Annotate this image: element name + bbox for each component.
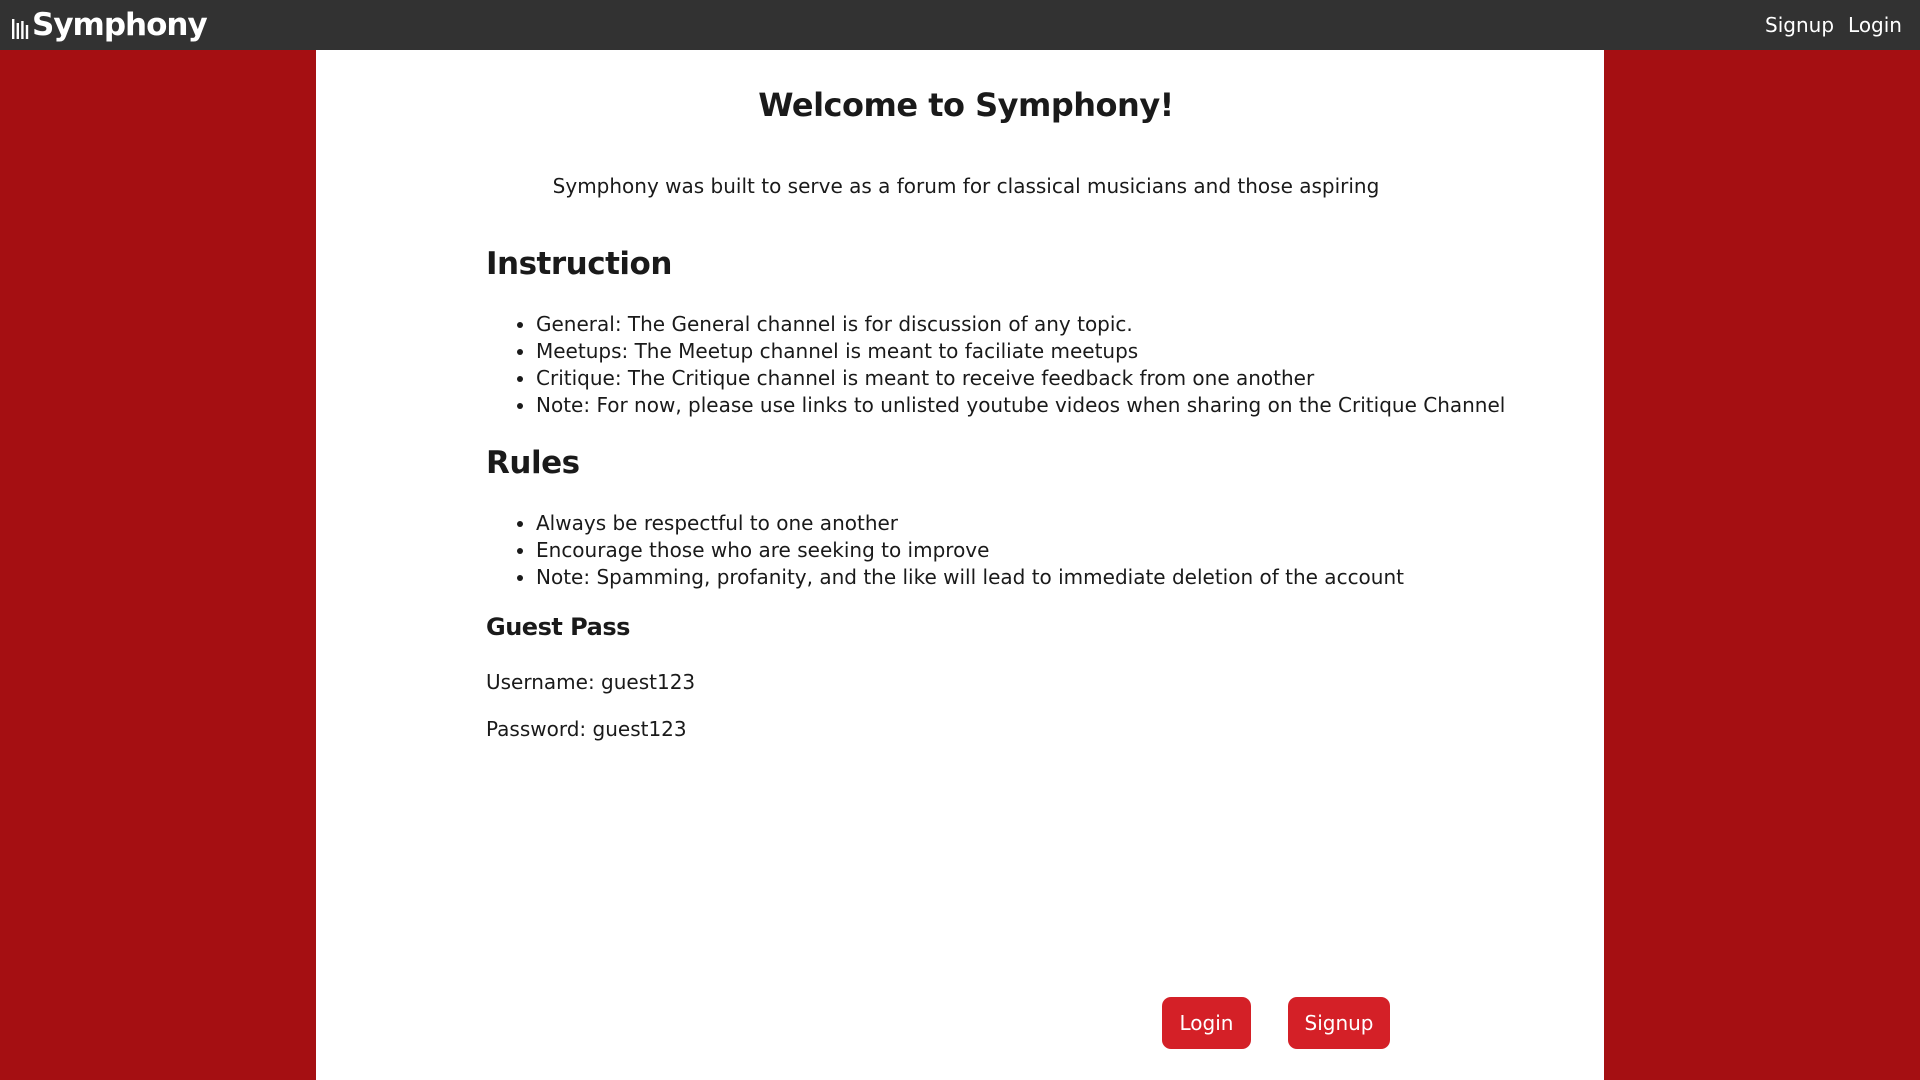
nav-signup-link[interactable]: Signup xyxy=(1765,13,1834,37)
page-title: Welcome to Symphony! xyxy=(758,86,1174,124)
list-item: Meetups: The Meetup channel is meant to … xyxy=(536,338,1505,365)
brand-name: Symphony xyxy=(32,7,208,43)
instruction-heading: Instruction xyxy=(486,246,672,282)
list-item: Encourage those who are seeking to impro… xyxy=(536,537,1404,564)
nav-login-link[interactable]: Login xyxy=(1848,13,1902,37)
music-bars-icon xyxy=(12,19,29,39)
nav-links: Signup Login xyxy=(1751,13,1902,37)
guest-username: Username: guest123 xyxy=(486,670,696,694)
main-content-panel: Welcome to Symphony! Symphony was built … xyxy=(316,50,1604,1080)
intro-text: Symphony was built to serve as a forum f… xyxy=(552,174,1380,198)
login-button[interactable]: Login xyxy=(1162,997,1251,1049)
list-item: General: The General channel is for disc… xyxy=(536,311,1505,338)
guest-pass-heading: Guest Pass xyxy=(486,613,630,641)
list-item: Note: For now, please use links to unlis… xyxy=(536,392,1505,419)
rules-heading: Rules xyxy=(486,445,580,481)
list-item: Always be respectful to one another xyxy=(536,510,1404,537)
top-navbar: Symphony Signup Login xyxy=(0,0,1920,50)
guest-password: Password: guest123 xyxy=(486,717,687,741)
list-item: Note: Spamming, profanity, and the like … xyxy=(536,564,1404,591)
instruction-list: General: The General channel is for disc… xyxy=(486,311,1505,419)
signup-button[interactable]: Signup xyxy=(1288,997,1390,1049)
brand-logo-link[interactable]: Symphony xyxy=(12,7,208,43)
rules-list: Always be respectful to one another Enco… xyxy=(486,510,1404,591)
list-item: Critique: The Critique channel is meant … xyxy=(536,365,1505,392)
